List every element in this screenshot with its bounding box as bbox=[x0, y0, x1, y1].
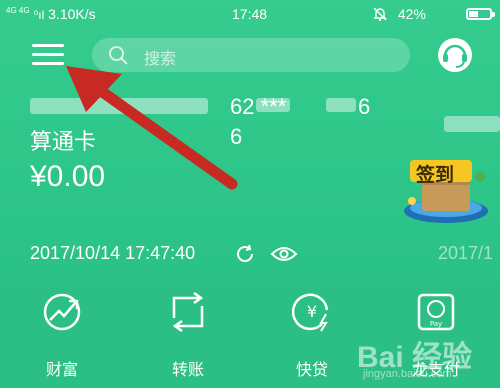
account-number-tail: 6 bbox=[358, 94, 371, 119]
checkin-badge[interactable]: 签到 bbox=[400, 155, 490, 230]
balance-amount: ¥0.00 bbox=[30, 160, 106, 193]
hamburger-menu-icon[interactable] bbox=[32, 44, 64, 66]
status-right: 42% bbox=[372, 6, 426, 22]
svg-text:Pay: Pay bbox=[430, 320, 442, 328]
search-icon bbox=[109, 46, 128, 65]
card-suffix: 6 bbox=[230, 124, 243, 149]
update-timestamp: 2017/10/14 17:47:40 bbox=[30, 243, 196, 263]
battery-percent: 42% bbox=[397, 6, 426, 22]
card-name: 算通卡 bbox=[30, 129, 97, 154]
watermark-url: jingyan.baidu.com bbox=[363, 368, 452, 380]
masked-account-holder bbox=[30, 98, 208, 114]
masked-account-digits bbox=[256, 98, 290, 112]
quick-action-label: 快贷 bbox=[295, 362, 328, 379]
quick-action-label: 转账 bbox=[171, 362, 204, 379]
bell-off-icon bbox=[373, 7, 387, 22]
network-speed: 4G 4G ⁰ıl 3.10K/s bbox=[6, 6, 96, 22]
transfer-arrows-icon bbox=[172, 292, 204, 332]
search-placeholder: 搜索 bbox=[144, 51, 177, 68]
quick-action-loan[interactable]: ¥ 快贷 bbox=[272, 292, 352, 382]
eye-icon[interactable] bbox=[270, 244, 298, 264]
masked-account-digits-2 bbox=[326, 98, 356, 112]
masked-right-info bbox=[444, 116, 500, 132]
dragon-pay-icon: Pay bbox=[417, 293, 455, 331]
svg-text:¥: ¥ bbox=[307, 302, 317, 321]
refresh-icon[interactable] bbox=[234, 243, 256, 265]
status-time: 17:48 bbox=[232, 6, 268, 22]
status-bar: 4G 4G ⁰ıl 3.10K/s 17:48 42% bbox=[0, 0, 500, 30]
wealth-chart-icon bbox=[43, 293, 81, 331]
search-input[interactable]: 搜索 bbox=[92, 38, 410, 72]
baidu-jingyan-watermark: Bai 经验 jingyan.baidu.com bbox=[355, 330, 495, 385]
quick-loan-yen-icon: ¥ bbox=[292, 293, 329, 332]
battery-icon bbox=[466, 8, 495, 20]
customer-service-headset-icon[interactable] bbox=[436, 36, 474, 74]
quick-action-wealth[interactable]: 财富 bbox=[22, 292, 102, 382]
quick-action-transfer[interactable]: 转账 bbox=[148, 292, 228, 382]
checkin-label: 签到 bbox=[416, 165, 455, 186]
next-card-timestamp: 2017/1 bbox=[438, 243, 494, 263]
quick-action-label: 财富 bbox=[45, 362, 78, 379]
